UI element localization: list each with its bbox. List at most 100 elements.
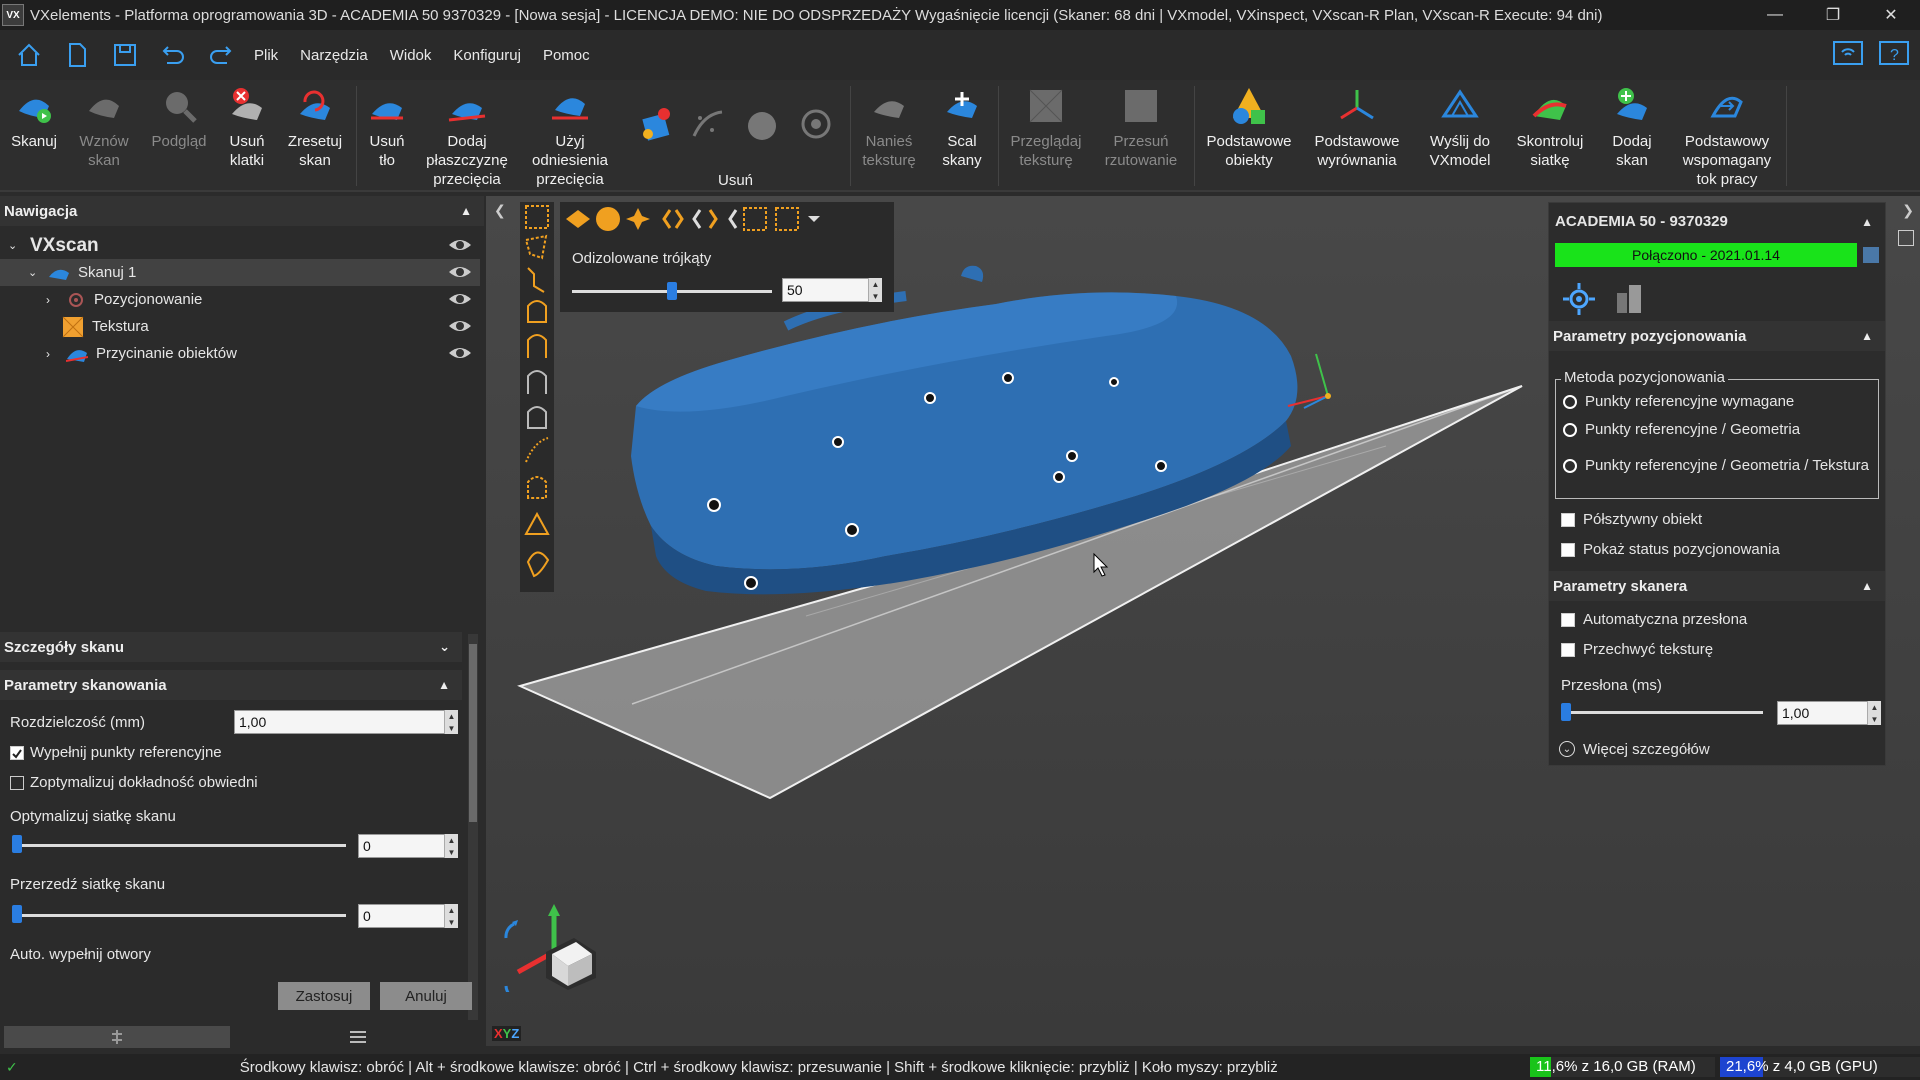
shutter-input[interactable]: 1,00	[1777, 701, 1869, 725]
resolution-spinner[interactable]: ▲ ▼	[444, 710, 458, 734]
basic-alignment-button[interactable]: Podstawowe wyrównania	[1308, 86, 1406, 170]
expand-icon[interactable]: ⌄	[8, 239, 24, 252]
menu-plik[interactable]: Plik	[254, 47, 278, 64]
positioning-mode-icon[interactable]	[1561, 281, 1597, 317]
tree-item-texture[interactable]: Tekstura	[0, 313, 480, 340]
visibility-eye-icon[interactable]	[448, 264, 472, 280]
save-icon[interactable]	[106, 36, 144, 74]
add-scan-button[interactable]: Dodaj skan	[1604, 86, 1660, 170]
basic-guided-workflow-button[interactable]: Podstawowy wspomagany tok pracy	[1676, 86, 1778, 189]
undo-icon[interactable]	[154, 36, 192, 74]
menu-konfiguruj[interactable]: Konfiguruj	[453, 47, 521, 64]
radio-targets-geometry[interactable]	[1563, 423, 1577, 437]
tree-item-positioning[interactable]: › Pozycjonowanie	[0, 286, 480, 313]
menu-pomoc[interactable]: Pomoc	[543, 47, 590, 64]
cancel-button[interactable]: Anuluj	[380, 982, 472, 1010]
panel-toggle-icon[interactable]	[1898, 230, 1914, 246]
home-icon[interactable]	[10, 36, 48, 74]
preview-button[interactable]: Podgląd	[148, 86, 210, 151]
remove-isolated-button[interactable]	[636, 104, 676, 144]
semi-rigid-checkbox[interactable]	[1561, 513, 1575, 527]
merge-scans-button[interactable]: Scal skany	[936, 86, 988, 170]
chevron-down-icon[interactable]	[808, 216, 820, 222]
isolated-triangles-spinner[interactable]: ▲ ▼	[868, 278, 882, 302]
remove-target-button[interactable]	[796, 104, 836, 144]
isolate-point-icon[interactable]	[626, 208, 650, 230]
scanner-mode-icon[interactable]	[1611, 281, 1647, 317]
delete-frames-button[interactable]: Usuń klatki	[222, 86, 272, 170]
visibility-eye-icon[interactable]	[448, 345, 472, 361]
next-icon[interactable]	[708, 209, 718, 229]
fill-targets-checkbox[interactable]	[10, 746, 24, 760]
decimate-mesh-slider[interactable]	[14, 914, 346, 917]
lasso-select-icon[interactable]	[524, 234, 548, 260]
tree-item-object-trimming[interactable]: › Przycinanie obiektów	[0, 340, 480, 367]
use-reference-cutting-button[interactable]: Użyj odniesienia przecięcia	[522, 86, 618, 189]
contract-selection-icon[interactable]	[775, 207, 799, 231]
expand-right-panel-icon[interactable]: ❯	[1902, 202, 1914, 219]
auto-shutter-checkbox[interactable]	[1561, 613, 1575, 627]
visibility-eye-icon[interactable]	[448, 291, 472, 307]
chevron-down-icon[interactable]: ⌄	[439, 639, 450, 655]
minimize-button[interactable]: —	[1746, 0, 1804, 30]
visibility-eye-icon[interactable]	[448, 237, 472, 253]
scrollbar-thumb[interactable]	[469, 644, 477, 822]
basic-entities-button[interactable]: Podstawowe obiekty	[1204, 86, 1294, 170]
isolate-sphere-icon[interactable]	[596, 207, 620, 231]
tree-root-vxscan[interactable]: ⌄ VXscan	[0, 232, 480, 259]
remove-noise-button[interactable]	[688, 104, 728, 144]
more-details-icon[interactable]: ⌄	[1559, 741, 1575, 757]
close-button[interactable]: ✕	[1862, 0, 1920, 30]
optimize-mesh-slider[interactable]	[14, 844, 346, 847]
scanner-params-header[interactable]: Parametry skanera ▲	[1549, 571, 1885, 601]
collapse-left-panel-icon[interactable]: ❮	[494, 202, 506, 219]
restore-button[interactable]: ❐	[1804, 0, 1862, 30]
expand-icon[interactable]: ›	[46, 293, 60, 307]
radio-targets-geometry-texture[interactable]	[1563, 459, 1577, 473]
freehand-select-icon[interactable]	[527, 267, 545, 293]
more-details-link[interactable]: Więcej szczegółów	[1583, 741, 1710, 758]
tab-list-view[interactable]	[240, 1026, 476, 1048]
apply-button[interactable]: Zastosuj	[278, 982, 370, 1010]
remove-sphere-button[interactable]	[742, 104, 782, 144]
optimize-mesh-input[interactable]: 0	[358, 834, 448, 858]
connection-icon[interactable]	[1832, 38, 1864, 73]
grow-select-icon[interactable]	[527, 476, 547, 499]
isolated-triangles-slider-thumb[interactable]	[667, 282, 677, 300]
collapse-icon[interactable]: ▲	[438, 678, 450, 692]
expand-icon[interactable]: ⌄	[28, 266, 42, 279]
tab-tree-view[interactable]	[4, 1026, 230, 1048]
rectangle-select-icon[interactable]	[525, 205, 549, 229]
collapse-icon[interactable]: ▲	[1861, 579, 1873, 593]
collapse-scanner-icon[interactable]: ▲	[1861, 215, 1873, 229]
menu-narzedzia[interactable]: Narzędzia	[300, 47, 368, 64]
optimize-mesh-spinner[interactable]: ▲ ▼	[444, 834, 458, 858]
isolate-plane-icon[interactable]	[566, 210, 590, 228]
invert-select-icon[interactable]	[527, 370, 547, 394]
connected-select-icon[interactable]	[527, 334, 547, 358]
decimate-mesh-input[interactable]: 0	[358, 904, 448, 928]
apply-texture-button[interactable]: Nanieś teksturę	[858, 86, 920, 170]
collapse-navigation-icon[interactable]: ▲	[460, 204, 472, 218]
isolated-triangles-input[interactable]: 50	[782, 278, 872, 302]
redo-icon[interactable]	[202, 36, 240, 74]
visibility-eye-icon[interactable]	[448, 318, 472, 334]
surface-select-icon[interactable]	[527, 300, 547, 323]
reset-scan-button[interactable]: Zresetuj skan	[284, 86, 346, 170]
details-scrollbar[interactable]	[468, 634, 478, 1020]
view-cube[interactable]	[496, 882, 616, 992]
resolution-input[interactable]: 1,00	[234, 710, 448, 734]
help-icon[interactable]: ?	[1878, 38, 1910, 73]
show-status-checkbox[interactable]	[1561, 543, 1575, 557]
clear-select-icon[interactable]	[527, 406, 547, 429]
browse-texture-button[interactable]: Przeglądaj teksturę	[1006, 86, 1086, 170]
scan-button[interactable]: Skanuj	[11, 86, 57, 151]
shutter-spinner[interactable]: ▲ ▼	[1867, 701, 1881, 725]
back-icon[interactable]	[728, 209, 738, 229]
decimate-mesh-slider-thumb[interactable]	[12, 905, 22, 923]
collapse-icon[interactable]: ▲	[1861, 329, 1873, 343]
expand-icon[interactable]: ›	[46, 347, 60, 361]
new-file-icon[interactable]	[58, 36, 96, 74]
optimize-accuracy-checkbox[interactable]	[10, 776, 24, 790]
scan-params-header[interactable]: Parametry skanowania ▲	[0, 670, 462, 700]
